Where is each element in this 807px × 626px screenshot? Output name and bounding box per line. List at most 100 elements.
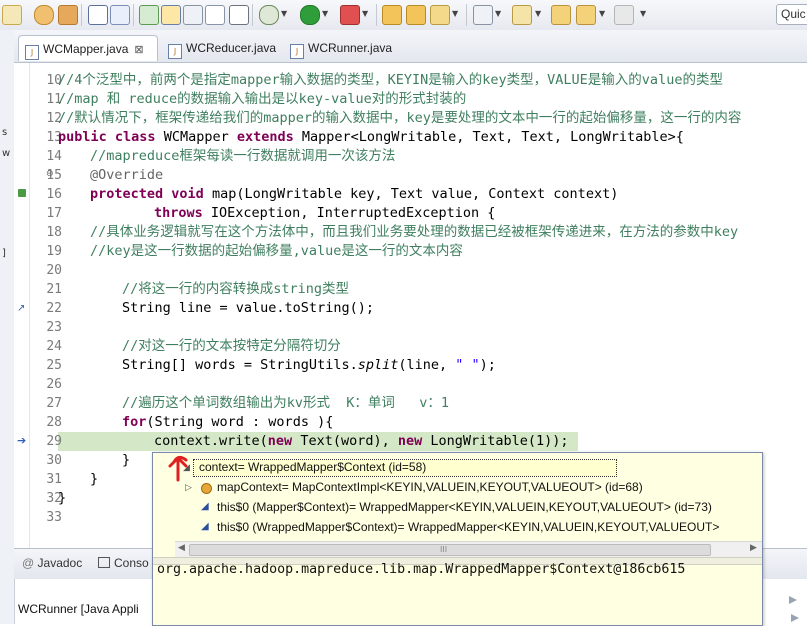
toolbar-panel-icon[interactable] xyxy=(205,5,225,25)
keyword: protected xyxy=(90,186,164,202)
tab-label: Javadoc xyxy=(37,556,83,570)
variable-inspect-popup[interactable]: ◢ context= WrappedMapper$Context (id=58)… xyxy=(152,452,763,626)
chevron-down-icon[interactable]: ▼ xyxy=(640,9,646,18)
chevron-down-icon[interactable]: ▼ xyxy=(362,9,368,18)
code-text: IOException, InterruptedException { xyxy=(202,205,496,221)
line-number: 19 xyxy=(46,244,62,259)
line-number: 29 xyxy=(46,434,62,449)
code-line[interactable]: 25 String[] words = StringUtils.split(li… xyxy=(14,356,807,375)
toolbar-refresh-icon[interactable] xyxy=(34,5,54,25)
console-scroll-lock-icon[interactable] xyxy=(781,578,807,624)
keyword: void xyxy=(171,186,204,202)
chevron-down-icon[interactable]: ▼ xyxy=(599,9,605,18)
toolbar-open-folder-icon[interactable] xyxy=(382,5,402,25)
code-line[interactable]: 12 //默认情况下，框架传递给我们的mapper的输入数据中，key是要处理的… xyxy=(14,109,807,128)
code-line[interactable]: 14 //mapreduce框架每读一行数据就调用一次该方法 xyxy=(14,147,807,166)
tab-wcreducer[interactable]: J WCReducer.java xyxy=(164,35,276,61)
chevron-down-icon[interactable]: ▼ xyxy=(281,9,287,18)
line-number: 26 xyxy=(46,377,62,392)
current-code-line[interactable]: ➔ 29 context.write(new Text(word), new L… xyxy=(14,432,807,451)
toolbar-format-icon[interactable] xyxy=(110,5,130,25)
scroll-grip: III xyxy=(440,545,448,554)
toolbar-toggle-mark-icon[interactable] xyxy=(161,5,181,25)
editor-tab-bar: J WCMapper.java ⊠ J WCReducer.java J WCRunne… xyxy=(14,30,807,63)
class-declaration: public class WCMapper extends Mapper<Lon… xyxy=(58,128,684,147)
line-number: 16 xyxy=(46,187,62,202)
toolbar-last-edit-icon[interactable] xyxy=(551,5,571,25)
toolbar-separator xyxy=(81,4,82,26)
tree-row-this0-wrapped[interactable]: ◢ this$0 (WrappedMapper$Context)= Wrappe… xyxy=(153,517,762,537)
toolbar-nav-icon[interactable] xyxy=(58,5,78,25)
popup-horizontal-scrollbar[interactable]: ◀ III ▶ xyxy=(175,541,762,557)
scroll-left-icon[interactable]: ◀ xyxy=(178,543,185,553)
code-line[interactable]: 10 //4个泛型中，前两个是指定mapper输入数据的类型，KEYIN是输入的… xyxy=(14,71,807,90)
toolbar-search-icon[interactable] xyxy=(430,5,450,25)
toolbar-forward-icon[interactable] xyxy=(614,5,634,25)
chevron-down-icon[interactable]: ▼ xyxy=(535,9,541,18)
toolbar-run-icon[interactable] xyxy=(300,5,320,25)
toolbar-next-annotation-icon[interactable] xyxy=(473,5,493,25)
toolbar-back-icon[interactable] xyxy=(576,5,596,25)
toolbar-debug-icon[interactable] xyxy=(259,5,279,25)
toolbar-breakpoint-icon[interactable] xyxy=(139,5,159,25)
comment-text: //key是这一行数据的起始偏移量,value是这一行的文本内容 xyxy=(90,243,463,259)
code-text: } xyxy=(58,490,67,506)
toolbar-outline-icon[interactable] xyxy=(88,5,108,25)
code-line[interactable]: 18 //具体业务逻辑就写在这个方法体中，而且我们业务要处理的数据已经被框架传递… xyxy=(14,223,807,242)
chevron-down-icon[interactable]: ▼ xyxy=(452,9,458,18)
quick-access-input[interactable]: Quic xyxy=(776,4,807,25)
tree-row-context[interactable]: ◢ context= WrappedMapper$Context (id=58) xyxy=(153,457,762,477)
override-marker-icon xyxy=(18,189,26,197)
code-line[interactable]: 26 xyxy=(14,375,807,394)
toolbar-copy-icon[interactable] xyxy=(183,5,203,25)
left-strip-text: s xyxy=(2,127,8,138)
line-number: 17 xyxy=(46,206,62,221)
line-number: 32 xyxy=(46,491,62,506)
comment-text: //默认情况下，框架传递给我们的mapper的输入数据中，key是要处理的文本中… xyxy=(58,110,742,126)
code-line[interactable]: 21 //将这一行的内容转换成string类型 xyxy=(14,280,807,299)
tab-console[interactable]: Conso xyxy=(98,556,149,570)
keyword: public xyxy=(58,129,107,145)
chevron-down-icon[interactable]: ▼ xyxy=(495,9,501,18)
code-line[interactable]: 20 xyxy=(14,261,807,280)
java-file-icon: J xyxy=(290,44,304,59)
toolbar-new-icon[interactable] xyxy=(2,5,22,25)
code-line[interactable]: 24 //对这一行的文本按特定分隔符切分 xyxy=(14,337,807,356)
scroll-right-icon[interactable]: ▶ xyxy=(750,543,757,553)
tree-row-mapcontext[interactable]: ▷ mapContext= MapContextImpl<KEYIN,VALUE… xyxy=(153,477,762,497)
comment-text: //map 和 reduce的数据输入输出是以key-value对的形式封装的 xyxy=(58,91,467,107)
toolbar-separator xyxy=(252,4,253,26)
method-call: split xyxy=(357,357,399,373)
line-number: 10 xyxy=(46,73,62,88)
code-line[interactable]: ↗ 22 String line = value.toString(); xyxy=(14,299,807,318)
toolbar-prev-annotation-icon[interactable] xyxy=(512,5,532,25)
tree-row-this0-mapper[interactable]: ◢ this$0 (Mapper$Context)= WrappedMapper… xyxy=(153,497,762,517)
code-line[interactable]: 13 public class WCMapper extends Mapper<… xyxy=(14,128,807,147)
tree-row-label: context= WrappedMapper$Context (id=58) xyxy=(199,460,427,474)
tab-wcmapper[interactable]: J WCMapper.java ⊠ xyxy=(18,35,158,61)
value-detail-pane[interactable]: org.apache.hadoop.mapreduce.lib.map.Wrap… xyxy=(157,561,685,579)
scrollbar-thumb[interactable]: III xyxy=(189,544,711,556)
chevron-down-icon[interactable]: ▼ xyxy=(322,9,328,18)
line-number: 33 xyxy=(46,510,62,525)
toolbar-layout-icon[interactable] xyxy=(229,5,249,25)
tab-javadoc[interactable]: @ Javadoc xyxy=(22,556,82,570)
tab-label: WCMapper.java xyxy=(43,42,129,56)
code-line[interactable]: 28 for(String word : words ){ xyxy=(14,413,807,432)
string-literal: " " xyxy=(455,357,480,373)
code-line[interactable]: 16 protected void map(LongWritable key, … xyxy=(14,185,807,204)
throws-clause: throws IOException, InterruptedException… xyxy=(154,204,495,223)
fold-toggle-icon[interactable]: ⊖ xyxy=(46,169,54,179)
code-line[interactable]: 23 xyxy=(14,318,807,337)
code-line[interactable]: 11 //map 和 reduce的数据输入输出是以key-value对的形式封… xyxy=(14,90,807,109)
close-icon[interactable]: ⊠ xyxy=(134,44,143,56)
code-line[interactable]: 17 throws IOException, InterruptedExcept… xyxy=(14,204,807,223)
comment-text: //对这一行的文本按特定分隔符切分 xyxy=(122,338,341,354)
code-line[interactable]: 19 //key是这一行数据的起始偏移量,value是这一行的文本内容 xyxy=(14,242,807,261)
code-line[interactable]: 27 //遍历这个单词数组输出为kv形式 K：单词 v：1 xyxy=(14,394,807,413)
toolbar-separator xyxy=(376,4,377,26)
toolbar-open-type-icon[interactable] xyxy=(406,5,426,25)
toolbar-external-tools-icon[interactable] xyxy=(340,5,360,25)
tab-wcrunner[interactable]: J WCRunner.java xyxy=(286,35,392,61)
code-line[interactable]: 15 ⊖ @Override xyxy=(14,166,807,185)
